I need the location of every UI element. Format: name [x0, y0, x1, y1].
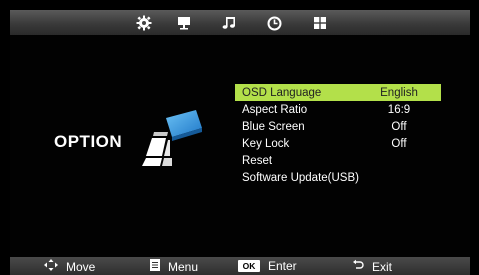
- menu-item-label: Key Lock: [242, 137, 290, 150]
- menu-item-key-lock[interactable]: Key Lock Off: [235, 135, 441, 152]
- move-arrows-icon: [44, 259, 58, 274]
- menu-item-value: Off: [391, 120, 407, 133]
- menu-item-value: 16:9: [387, 103, 411, 116]
- hint-menu: Menu: [150, 259, 198, 274]
- menu-item-label: Aspect Ratio: [242, 103, 308, 116]
- menu-item-value: English: [380, 86, 418, 99]
- ok-key-icon: OK: [238, 260, 260, 272]
- tv-osd-screen: OPTION OSD Language English Aspect Ratio: [0, 0, 479, 275]
- menu-item-label: Blue Screen: [242, 120, 305, 133]
- clock-icon[interactable]: [264, 13, 284, 33]
- option-menu-list: OSD Language English Aspect Ratio 16:9 B…: [235, 84, 441, 186]
- menu-item-software-update[interactable]: Software Update(USB): [235, 169, 441, 186]
- section-title: OPTION: [54, 132, 123, 151]
- menu-item-aspect-ratio[interactable]: Aspect Ratio 16:9: [235, 101, 441, 118]
- key-hint-bar: Move Menu OK Enter Exit: [10, 257, 470, 275]
- menu-item-label: Software Update(USB): [242, 171, 359, 184]
- monitor-icon[interactable]: [174, 13, 194, 33]
- hint-move-label: Move: [66, 259, 96, 274]
- menu-item-blue-screen[interactable]: Blue Screen Off: [235, 118, 441, 135]
- menu-item-value: Off: [391, 137, 407, 150]
- exit-return-icon: [352, 259, 364, 274]
- hint-move: Move: [44, 259, 95, 274]
- menu-item-label: Reset: [242, 154, 273, 167]
- gear-icon[interactable]: [134, 13, 154, 33]
- hint-exit-label: Exit: [372, 259, 393, 274]
- hint-menu-label: Menu: [168, 259, 199, 274]
- hint-exit: Exit: [352, 259, 392, 274]
- music-note-icon[interactable]: [219, 13, 239, 33]
- menu-list-icon: [150, 259, 160, 274]
- grid-icon[interactable]: [310, 13, 330, 33]
- hint-enter-label: Enter: [268, 259, 297, 273]
- top-tab-bar: [10, 10, 470, 35]
- menu-item-label: OSD Language: [242, 86, 322, 99]
- menu-item-reset[interactable]: Reset: [235, 152, 441, 169]
- option-logo-icon: [140, 110, 204, 166]
- menu-item-osd-language[interactable]: OSD Language English: [235, 84, 441, 101]
- hint-enter: OK Enter: [238, 259, 297, 273]
